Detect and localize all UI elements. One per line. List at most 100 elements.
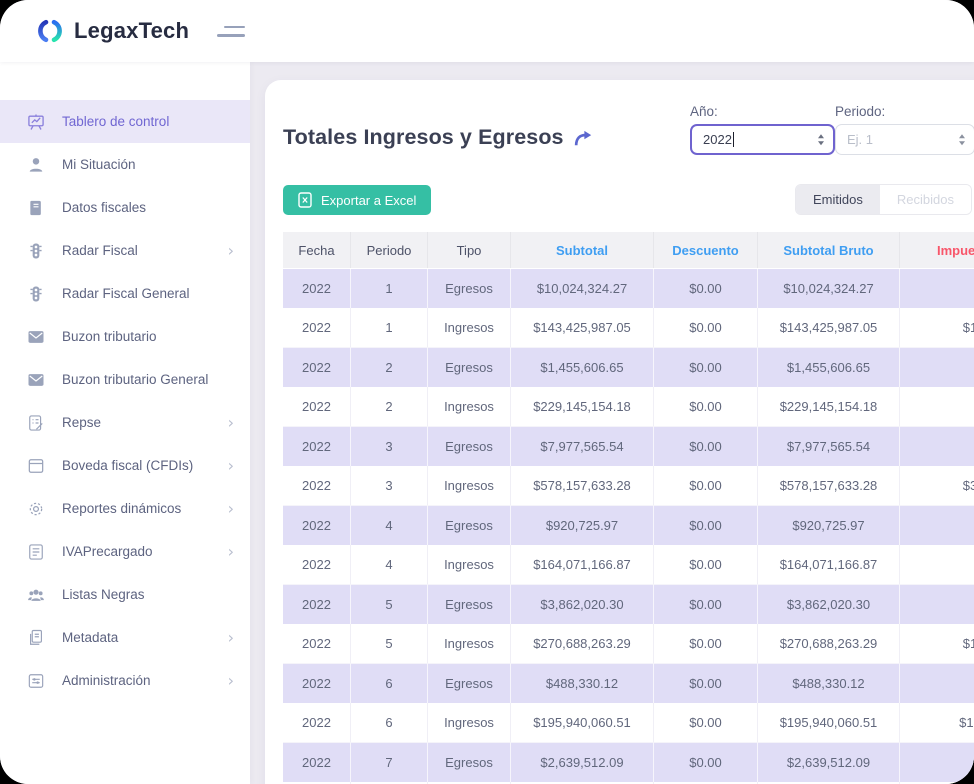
chevron-right-icon: › xyxy=(228,630,234,646)
cell-subtotal: $229,145,154.18 xyxy=(511,387,654,426)
column-header-subtotal-bruto: Subtotal Bruto xyxy=(758,232,900,268)
dashboard-icon xyxy=(26,112,46,132)
table-header-row: FechaPeriodoTipoSubtotalDescuentoSubtota… xyxy=(283,232,974,269)
traffic-light-icon xyxy=(26,241,46,261)
column-header-descuento: Descuento xyxy=(654,232,758,268)
period-placeholder: Ej. 1 xyxy=(847,132,873,147)
sidebar-item-label: Listas Negras xyxy=(62,587,145,602)
menu-toggle-icon[interactable] xyxy=(217,26,245,37)
cell-subtotal_bruto: $2,639,512.09 xyxy=(758,743,900,782)
sidebar-item-buzon-tributario[interactable]: Buzon tributario xyxy=(0,315,250,358)
people-icon xyxy=(26,585,46,605)
year-value: 2022 xyxy=(703,132,732,147)
checklist-icon xyxy=(26,413,46,433)
cell-impuestos xyxy=(900,664,974,703)
emitidos-recibidos-toggle: Emitidos Recibidos xyxy=(795,184,972,215)
cell-subtotal_bruto: $578,157,633.28 xyxy=(758,466,900,505)
chevron-right-icon: › xyxy=(228,243,234,259)
toggle-emitidos[interactable]: Emitidos xyxy=(796,185,880,214)
cell-subtotal_bruto: $195,940,060.51 xyxy=(758,703,900,742)
sidebar-item-label: Buzon tributario xyxy=(62,329,157,344)
year-spinner[interactable] xyxy=(818,134,824,146)
cell-periodo: 1 xyxy=(351,269,428,308)
cell-fecha: 2022 xyxy=(283,427,351,466)
brand-name: LegaxTech xyxy=(74,18,189,44)
sidebar-item-administraci-n[interactable]: Administración› xyxy=(0,659,250,702)
sidebar-item-datos-fiscales[interactable]: Datos fiscales xyxy=(0,186,250,229)
cell-subtotal_bruto: $229,145,154.18 xyxy=(758,387,900,426)
cell-impuestos: $3 xyxy=(900,466,974,505)
chevron-right-icon: › xyxy=(228,415,234,431)
sidebar-item-buzon-tributario-general[interactable]: Buzon tributario General xyxy=(0,358,250,401)
year-label: Año: xyxy=(690,104,835,119)
cell-descuento: $0.00 xyxy=(654,624,758,663)
table-row: 20222Ingresos$229,145,154.18$0.00$229,14… xyxy=(283,387,974,427)
share-arrow-icon[interactable] xyxy=(573,129,593,147)
cell-subtotal: $3,862,020.30 xyxy=(511,585,654,624)
cell-descuento: $0.00 xyxy=(654,427,758,466)
cell-subtotal: $578,157,633.28 xyxy=(511,466,654,505)
sidebar-item-mi-situaci-n[interactable]: Mi Situación xyxy=(0,143,250,186)
table-row: 20223Egresos$7,977,565.54$0.00$7,977,565… xyxy=(283,427,974,466)
sidebar-item-radar-fiscal-general[interactable]: Radar Fiscal General xyxy=(0,272,250,315)
envelope-icon xyxy=(26,327,46,347)
cell-subtotal: $7,977,565.54 xyxy=(511,427,654,466)
cell-tipo: Ingresos xyxy=(428,703,511,742)
year-input[interactable]: 2022 xyxy=(690,124,835,155)
cell-subtotal_bruto: $7,977,565.54 xyxy=(758,427,900,466)
cell-periodo: 7 xyxy=(351,743,428,782)
cell-subtotal_bruto: $270,688,263.29 xyxy=(758,624,900,663)
chevron-right-icon: › xyxy=(228,673,234,689)
cell-fecha: 2022 xyxy=(283,585,351,624)
sidebar-item-label: Tablero de control xyxy=(62,114,169,129)
cell-tipo: Egresos xyxy=(428,743,511,782)
table-row: 20225Ingresos$270,688,263.29$0.00$270,68… xyxy=(283,624,974,664)
sidebar-item-label: Repse xyxy=(62,415,101,430)
cell-impuestos xyxy=(900,506,974,545)
column-header-subtotal: Subtotal xyxy=(511,232,654,268)
sidebar-item-radar-fiscal[interactable]: Radar Fiscal› xyxy=(0,229,250,272)
document-icon xyxy=(26,628,46,648)
cell-fecha: 2022 xyxy=(283,545,351,584)
sidebar-item-metadata[interactable]: Metadata› xyxy=(0,616,250,659)
cell-descuento: $0.00 xyxy=(654,387,758,426)
brand: LegaxTech xyxy=(36,17,189,45)
app-window: LegaxTech Tablero de control Mi Situación… xyxy=(0,0,974,784)
cell-fecha: 2022 xyxy=(283,703,351,742)
cell-descuento: $0.00 xyxy=(654,269,758,308)
folder-icon xyxy=(26,456,46,476)
sidebar-item-listas-negras[interactable]: Listas Negras xyxy=(0,573,250,616)
table-row: 20221Ingresos$143,425,987.05$0.00$143,42… xyxy=(283,308,974,348)
cell-periodo: 4 xyxy=(351,545,428,584)
cell-descuento: $0.00 xyxy=(654,664,758,703)
cell-subtotal: $488,330.12 xyxy=(511,664,654,703)
cell-descuento: $0.00 xyxy=(654,308,758,347)
cell-tipo: Egresos xyxy=(428,585,511,624)
cell-impuestos xyxy=(900,269,974,308)
period-input[interactable]: Ej. 1 xyxy=(835,124,974,155)
sidebar-item-reportes-din-micos[interactable]: Reportes dinámicos› xyxy=(0,487,250,530)
cell-impuestos xyxy=(900,545,974,584)
sidebar-item-repse[interactable]: Repse › xyxy=(0,401,250,444)
cell-periodo: 3 xyxy=(351,466,428,505)
sidebar-item-ivaprecargado[interactable]: IVAPrecargado› xyxy=(0,530,250,573)
brand-logo-icon xyxy=(36,17,64,45)
cell-subtotal: $2,639,512.09 xyxy=(511,743,654,782)
toggle-recibidos[interactable]: Recibidos xyxy=(880,185,971,214)
topbar: LegaxTech xyxy=(0,0,974,62)
excel-file-icon xyxy=(298,192,312,208)
cell-periodo: 1 xyxy=(351,308,428,347)
table-row: 20223Ingresos$578,157,633.28$0.00$578,15… xyxy=(283,466,974,506)
sidebar-item-tablero-de-control[interactable]: Tablero de control xyxy=(0,100,250,143)
cell-tipo: Ingresos xyxy=(428,545,511,584)
cell-descuento: $0.00 xyxy=(654,743,758,782)
column-header-impuestos: Impuestos xyxy=(900,232,974,268)
envelope-icon xyxy=(26,370,46,390)
cell-descuento: $0.00 xyxy=(654,585,758,624)
cell-subtotal: $164,071,166.87 xyxy=(511,545,654,584)
period-spinner[interactable] xyxy=(959,134,965,146)
sidebar-item-boveda-fiscal-cfdis-[interactable]: Boveda fiscal (CFDIs)› xyxy=(0,444,250,487)
export-excel-button[interactable]: Exportar a Excel xyxy=(283,185,431,215)
chevron-right-icon: › xyxy=(228,544,234,560)
chevron-right-icon: › xyxy=(228,501,234,517)
